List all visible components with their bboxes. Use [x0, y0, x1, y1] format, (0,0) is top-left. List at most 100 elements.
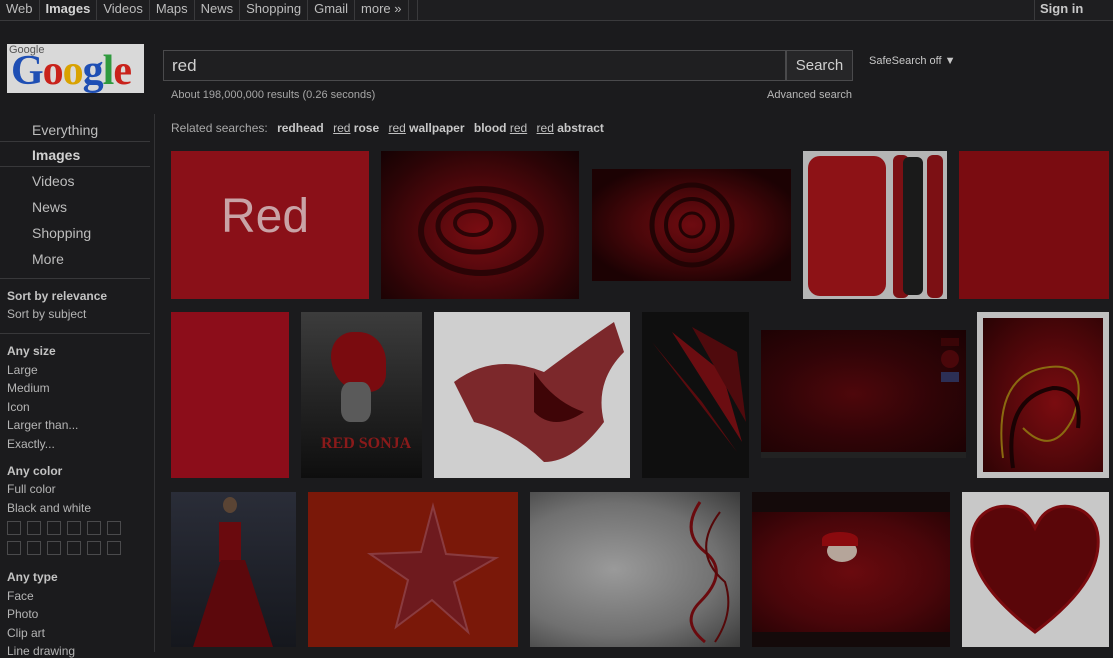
dress-skirt [193, 560, 273, 647]
thumb-starfish[interactable] [308, 492, 518, 647]
color-swatch[interactable] [107, 521, 121, 535]
mode-more[interactable]: More [32, 251, 64, 267]
thumb-grunge-red-floral[interactable] [530, 492, 740, 647]
result-stats: About 198,000,000 results (0.26 seconds) [171, 89, 376, 101]
sort-by-relevance[interactable]: Sort by relevance [7, 289, 107, 303]
top-nav: Web Images Videos Maps News Shopping Gma… [0, 0, 409, 20]
color-swatch[interactable] [87, 521, 101, 535]
model-head [223, 497, 237, 513]
mode-images[interactable]: Images [32, 147, 80, 163]
color-swatch[interactable] [67, 541, 81, 555]
type-line-drawing[interactable]: Line drawing [7, 644, 75, 658]
baby-hat [822, 532, 858, 546]
related-red-abstract[interactable]: red abstract [537, 121, 604, 135]
topnav-videos[interactable]: Videos [97, 0, 150, 20]
search-button[interactable]: Search [786, 50, 853, 81]
type-photo[interactable]: Photo [7, 607, 38, 621]
iphone-front [903, 157, 923, 295]
starfish-shape [366, 502, 500, 636]
size-icon[interactable]: Icon [7, 400, 30, 414]
color-swatch[interactable] [47, 541, 61, 555]
size-medium[interactable]: Medium [7, 381, 50, 395]
mode-news[interactable]: News [32, 199, 67, 215]
thumb-red-solid[interactable] [959, 151, 1109, 299]
desktop-gadgets [941, 338, 961, 398]
related-label: Related searches: [171, 121, 268, 135]
swirl-canvas [983, 318, 1103, 472]
thumb-rose-droplets[interactable] [592, 169, 791, 281]
top-bar-spacer [417, 0, 1035, 21]
size-exactly[interactable]: Exactly... [7, 437, 55, 451]
poster-figure [341, 382, 371, 422]
sort-by-subject[interactable]: Sort by subject [7, 307, 86, 321]
search-input[interactable] [163, 50, 786, 81]
topnav-news[interactable]: News [195, 0, 241, 20]
color-swatch[interactable] [87, 541, 101, 555]
safesearch-dropdown[interactable]: SafeSearch off ▼ [869, 55, 956, 67]
thumb-red-windows-desktop[interactable] [761, 330, 966, 458]
color-swatch[interactable] [107, 541, 121, 555]
thumb-red-ink-splash[interactable] [434, 312, 630, 478]
related-red-wallpaper[interactable]: red wallpaper [388, 121, 464, 135]
topnav-more[interactable]: more » [355, 0, 409, 20]
color-swatch[interactable] [27, 521, 41, 535]
mode-separator [0, 166, 150, 167]
google-logo[interactable]: Google Google [7, 44, 144, 93]
color-any[interactable]: Any color [7, 464, 62, 478]
iphone-back [808, 156, 886, 296]
rose-petals [418, 186, 544, 276]
mode-separator [0, 141, 150, 142]
type-face[interactable]: Face [7, 589, 34, 603]
logo-word: Google [11, 48, 132, 93]
thumb-red-swirl-art[interactable] [977, 312, 1109, 478]
top-divider [0, 20, 1113, 21]
desktop-taskbar [761, 452, 966, 458]
rose-spiral [649, 182, 735, 268]
topnav-web[interactable]: Web [0, 0, 40, 20]
color-black-white[interactable]: Black and white [7, 501, 91, 515]
thumb-red-label: Red [221, 190, 310, 243]
feathers [652, 327, 746, 452]
thumb-baby-in-rose[interactable] [752, 492, 950, 647]
mode-everything[interactable]: Everything [32, 122, 98, 138]
size-larger-than[interactable]: Larger than... [7, 418, 78, 432]
thumb-red-feathers[interactable] [642, 312, 749, 478]
topnav-gmail[interactable]: Gmail [308, 0, 356, 20]
swirl-lines [1000, 365, 1081, 469]
size-large[interactable]: Large [7, 363, 38, 377]
color-swatch[interactable] [67, 521, 81, 535]
nav-separator [0, 278, 150, 279]
advanced-search-link[interactable]: Advanced search [767, 89, 852, 101]
mode-shopping[interactable]: Shopping [32, 225, 91, 241]
color-swatch[interactable] [47, 521, 61, 535]
topnav-images[interactable]: Images [40, 0, 98, 20]
color-swatch[interactable] [7, 521, 21, 535]
color-full[interactable]: Full color [7, 482, 56, 496]
rose-bed [752, 512, 950, 632]
size-any[interactable]: Any size [7, 344, 56, 358]
color-swatch[interactable] [27, 541, 41, 555]
heart-shape [970, 504, 1100, 634]
related-redhead[interactable]: redhead [277, 121, 324, 135]
thumb-red-dress[interactable] [171, 492, 296, 647]
iphone-side [927, 155, 943, 298]
dress-top [219, 522, 241, 562]
floral-swirls [689, 501, 730, 644]
thumb-crimson-solid[interactable] [171, 312, 289, 478]
thumb-red-sonja-poster[interactable]: RED SONJA [301, 312, 422, 478]
mode-videos[interactable]: Videos [32, 173, 75, 189]
topnav-maps[interactable]: Maps [150, 0, 195, 20]
thumb-red-iphone[interactable] [803, 151, 947, 299]
nav-separator [0, 333, 150, 334]
sign-in-link[interactable]: Sign in [1040, 0, 1083, 17]
type-any[interactable]: Any type [7, 570, 58, 584]
related-red-rose[interactable]: red rose [333, 121, 379, 135]
related-searches: Related searches: redhead red rose red w… [171, 121, 604, 135]
thumb-red-text[interactable]: Red [171, 151, 369, 299]
color-swatch[interactable] [7, 541, 21, 555]
type-clip-art[interactable]: Clip art [7, 626, 45, 640]
topnav-shopping[interactable]: Shopping [240, 0, 309, 20]
related-blood-red[interactable]: blood red [474, 121, 527, 135]
thumb-red-rose-closeup[interactable] [381, 151, 579, 299]
thumb-red-heart[interactable] [962, 492, 1109, 647]
